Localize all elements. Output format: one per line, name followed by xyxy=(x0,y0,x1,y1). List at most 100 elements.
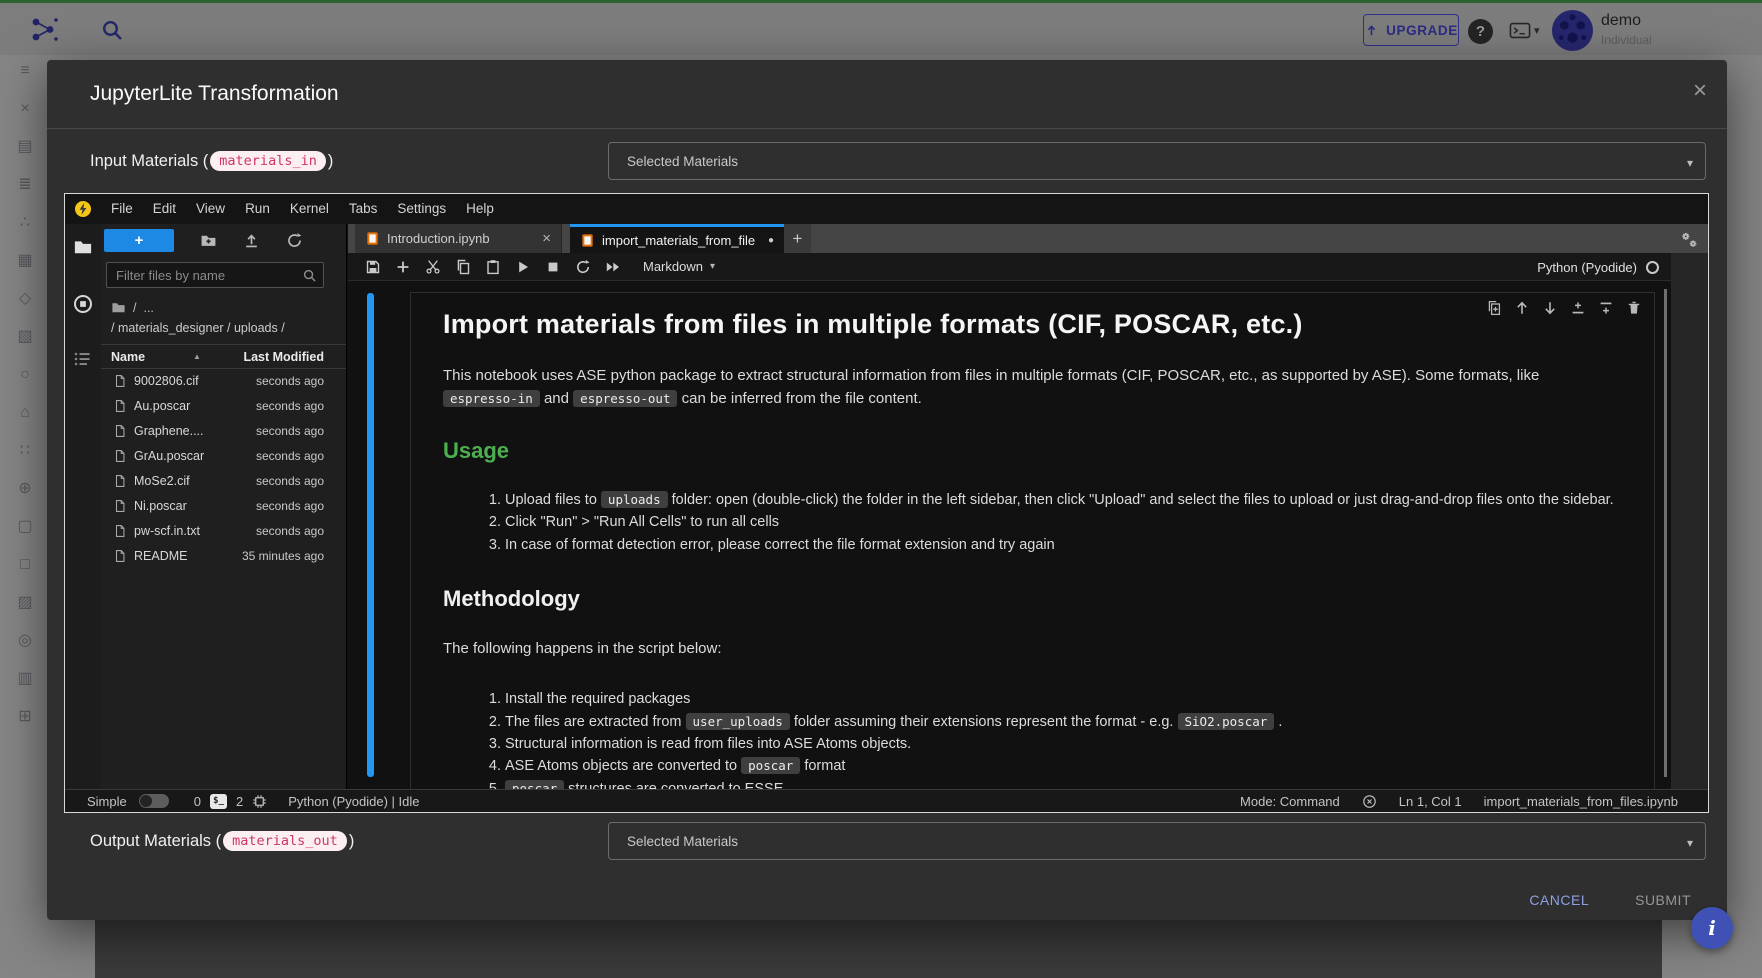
output-selected-materials-dropdown[interactable]: Selected Materials ▾ xyxy=(608,822,1706,860)
menu-tabs[interactable]: Tabs xyxy=(339,194,388,224)
cancel-button[interactable]: CANCEL xyxy=(1515,884,1603,916)
input-label-suffix: ) xyxy=(328,152,334,171)
user-plan: Individual xyxy=(1601,33,1652,47)
delete-cell-icon[interactable] xyxy=(1626,300,1642,316)
file-row[interactable]: Ni.poscarseconds ago xyxy=(101,494,346,519)
insert-cell-below-icon[interactable] xyxy=(1598,300,1614,316)
cut-cell-icon[interactable] xyxy=(425,259,441,275)
table-of-contents-tab-icon[interactable] xyxy=(73,349,93,369)
menu-view[interactable]: View xyxy=(186,194,235,224)
breadcrumb-ellipsis[interactable]: ... xyxy=(143,301,153,315)
close-icon[interactable]: × xyxy=(1683,74,1717,108)
kernel-name[interactable]: Python (Pyodide) xyxy=(1537,260,1637,275)
menu-run[interactable]: Run xyxy=(235,194,280,224)
new-launcher-button[interactable]: + xyxy=(104,229,174,252)
copy-cell-icon[interactable] xyxy=(455,259,471,275)
markdown-cell[interactable]: Import materials from files in multiple … xyxy=(410,292,1655,789)
user-avatar[interactable] xyxy=(1552,10,1593,51)
right-sidebar-tabs xyxy=(1671,224,1708,253)
usage-heading: Usage xyxy=(443,438,1618,464)
chevron-down-icon: ▾ xyxy=(1687,156,1693,170)
upgrade-button[interactable]: UPGRADE xyxy=(1363,14,1459,46)
filter-files-input[interactable] xyxy=(116,263,296,287)
output-materials-chip: materials_out xyxy=(223,831,347,851)
jupyterlite-frame: FileEditViewRunKernelTabsSettingsHelp + xyxy=(64,193,1709,813)
console-menu-button[interactable]: ▾ xyxy=(1509,22,1540,39)
user-info[interactable]: demo Individual xyxy=(1601,12,1652,47)
move-cell-down-icon[interactable] xyxy=(1542,300,1558,316)
file-row[interactable]: pw-scf.in.txtseconds ago xyxy=(101,519,346,544)
submit-button[interactable]: SUBMIT xyxy=(1621,884,1705,916)
run-all-icon[interactable] xyxy=(605,259,621,275)
save-icon[interactable] xyxy=(365,259,381,275)
list-item: The files are extracted from user_upload… xyxy=(505,711,1618,733)
breadcrumb[interactable]: / ... xyxy=(111,300,154,315)
file-list-header[interactable]: Name ▲ Last Modified xyxy=(101,344,346,369)
kernel-idle-indicator[interactable] xyxy=(1646,261,1659,274)
insert-cell-above-icon[interactable] xyxy=(1570,300,1586,316)
property-inspector-gear-icon[interactable] xyxy=(1679,230,1699,250)
paste-cell-icon[interactable] xyxy=(485,259,501,275)
breadcrumb-root[interactable]: / xyxy=(133,301,136,315)
new-folder-icon[interactable] xyxy=(200,232,217,249)
list-item: Structural information is read from file… xyxy=(505,733,1618,755)
running-sessions-tab-icon[interactable] xyxy=(73,294,93,314)
breadcrumb-path[interactable]: / materials_designer / uploads / xyxy=(111,321,285,335)
menu-edit[interactable]: Edit xyxy=(143,194,186,224)
refresh-icon[interactable] xyxy=(286,232,303,249)
insert-cell-icon[interactable] xyxy=(395,259,411,275)
cell-type-dropdown[interactable]: Markdown ▾ xyxy=(643,259,715,274)
simple-mode-toggle[interactable] xyxy=(139,794,169,808)
terminals-count[interactable]: 0 xyxy=(194,794,201,809)
menu-help[interactable]: Help xyxy=(456,194,504,224)
cell-collapser[interactable] xyxy=(367,293,374,777)
new-tab-button[interactable]: + xyxy=(784,224,811,253)
kernels-count[interactable]: 2 xyxy=(236,794,243,809)
upload-icon[interactable] xyxy=(243,232,260,249)
user-name: demo xyxy=(1601,12,1652,30)
dimmed-nav-icon: ◇ xyxy=(19,290,31,307)
menu-file[interactable]: File xyxy=(101,194,143,224)
search-icon[interactable] xyxy=(100,18,124,42)
kernel-status-text[interactable]: Python (Pyodide) | Idle xyxy=(288,794,419,809)
file-modified: seconds ago xyxy=(256,499,324,513)
file-name: Graphene.... xyxy=(134,424,204,438)
info-floating-button[interactable]: i xyxy=(1691,907,1733,949)
background-nav-rail: ≡×▤≣∴▦◇▧○⌂∷⊕▢□▨◎▥⊞ xyxy=(12,62,38,725)
close-icon[interactable]: × xyxy=(542,230,551,247)
tab-introduction-ipynb[interactable]: Introduction.ipynb × xyxy=(355,224,562,253)
file-browser-tab-icon[interactable] xyxy=(73,237,93,257)
notebook-scrollbar[interactable] xyxy=(1664,289,1667,777)
menu-kernel[interactable]: Kernel xyxy=(280,194,339,224)
file-row[interactable]: README35 minutes ago xyxy=(101,544,346,569)
mode-indicator[interactable]: Mode: Command xyxy=(1240,794,1340,809)
file-row[interactable]: 9002806.cifseconds ago xyxy=(101,369,346,394)
column-name[interactable]: Name xyxy=(111,350,145,364)
methodology-list: Install the required packagesThe files a… xyxy=(443,688,1618,789)
file-row[interactable]: MoSe2.cifseconds ago xyxy=(101,469,346,494)
dimmed-nav-icon: ○ xyxy=(20,366,30,383)
output-materials-label: Output Materials ( materials_out ) xyxy=(90,822,354,860)
run-cell-icon[interactable] xyxy=(515,259,531,275)
terminal-icon xyxy=(1509,22,1531,39)
move-cell-up-icon[interactable] xyxy=(1514,300,1530,316)
help-button[interactable]: ? xyxy=(1468,19,1493,44)
tab-import-materials-from-file[interactable]: import_materials_from_file ● xyxy=(570,224,784,253)
dimmed-nav-icon: ⊕ xyxy=(18,480,31,497)
file-row[interactable]: Au.poscarseconds ago xyxy=(101,394,346,419)
duplicate-cell-icon[interactable] xyxy=(1486,300,1502,316)
input-selected-materials-dropdown[interactable]: Selected Materials ▾ xyxy=(608,142,1706,180)
stop-kernel-icon[interactable] xyxy=(545,259,561,275)
divider xyxy=(47,128,1727,129)
active-filename[interactable]: import_materials_from_files.ipynb xyxy=(1484,794,1678,809)
brand-logo-icon[interactable] xyxy=(30,15,60,45)
upload-arrow-icon xyxy=(1364,23,1379,38)
file-row[interactable]: GrAu.poscarseconds ago xyxy=(101,444,346,469)
file-row[interactable]: Graphene....seconds ago xyxy=(101,419,346,444)
menu-settings[interactable]: Settings xyxy=(387,194,456,224)
dropdown-label: Selected Materials xyxy=(627,143,738,179)
file-name: pw-scf.in.txt xyxy=(134,524,200,538)
restart-kernel-icon[interactable] xyxy=(575,259,591,275)
cursor-position[interactable]: Ln 1, Col 1 xyxy=(1399,794,1462,809)
column-last-modified[interactable]: Last Modified xyxy=(243,350,324,364)
